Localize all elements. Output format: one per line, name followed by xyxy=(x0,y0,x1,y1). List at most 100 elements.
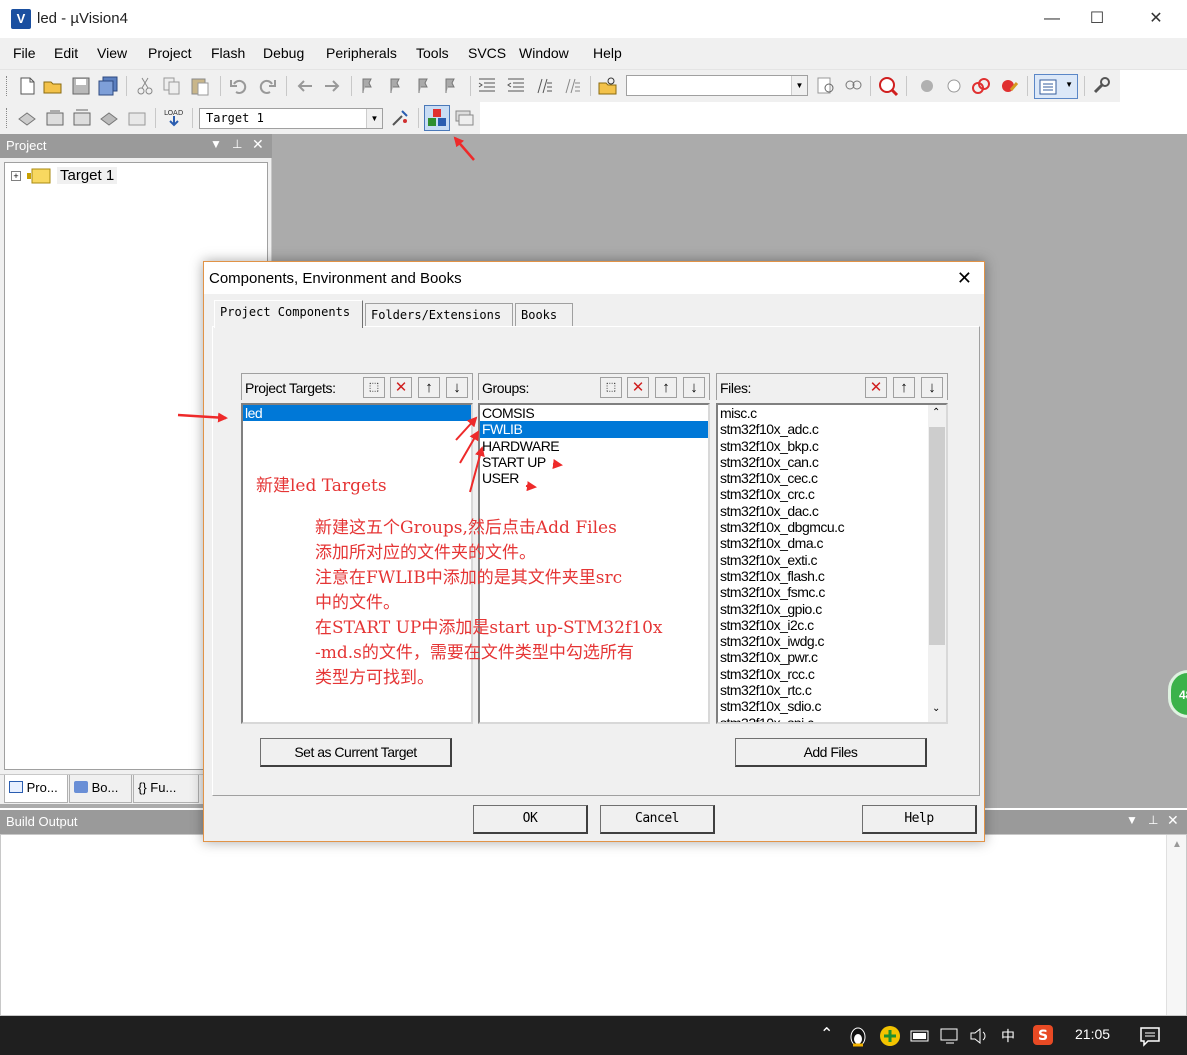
scroll-down-icon[interactable]: ⌄ xyxy=(932,703,940,714)
target-options-icon[interactable] xyxy=(389,107,411,129)
tab-books[interactable]: Books xyxy=(515,303,573,327)
indent-icon[interactable] xyxy=(476,75,498,97)
tree-expand-icon[interactable]: + xyxy=(11,171,21,181)
debug-session-icon[interactable] xyxy=(877,75,899,97)
files-scrollbar[interactable]: ⌃ ⌄ xyxy=(928,405,946,722)
undo-icon[interactable] xyxy=(228,75,250,97)
scroll-up-icon[interactable]: ▲ xyxy=(1172,839,1182,850)
dialog-titlebar[interactable]: Components, Environment and Books ✕ xyxy=(204,262,984,294)
find-in-files-icon[interactable] xyxy=(597,75,619,97)
move-group-up-button[interactable]: ↑ xyxy=(655,377,677,398)
file-item[interactable]: stm32f10x_can.c xyxy=(718,454,946,470)
close-icon[interactable]: ✕ xyxy=(1167,812,1179,829)
group-item-start-up[interactable]: START UP xyxy=(480,454,708,470)
file-item[interactable]: stm32f10x_i2c.c xyxy=(718,617,946,633)
enable-breakpoint-icon[interactable] xyxy=(943,75,965,97)
file-item[interactable]: stm32f10x_spi.c xyxy=(718,715,946,722)
manage-components-button[interactable] xyxy=(424,105,450,131)
window-titlebar[interactable]: V led - µVision4 — ☐ ✕ xyxy=(0,0,1187,38)
files-list[interactable]: misc.c stm32f10x_adc.c stm32f10x_bkp.c s… xyxy=(716,403,948,724)
file-item[interactable]: misc.c xyxy=(718,405,946,421)
new-file-icon[interactable] xyxy=(16,75,38,97)
cancel-button[interactable]: Cancel xyxy=(600,805,715,834)
file-item[interactable]: stm32f10x_rtc.c xyxy=(718,682,946,698)
delete-group-button[interactable]: ✕ xyxy=(627,377,649,398)
ok-button[interactable]: OK xyxy=(473,805,588,834)
volume-icon[interactable] xyxy=(968,1026,990,1046)
network-icon[interactable] xyxy=(939,1026,961,1046)
minimize-button[interactable]: — xyxy=(1029,6,1075,32)
redo-icon[interactable] xyxy=(256,75,278,97)
toolbar-grip[interactable] xyxy=(6,108,9,128)
file-item[interactable]: stm32f10x_bkp.c xyxy=(718,438,946,454)
file-item[interactable]: stm32f10x_dma.c xyxy=(718,535,946,551)
tab-project-components[interactable]: Project Components xyxy=(214,300,363,328)
file-item[interactable]: stm32f10x_flash.c xyxy=(718,568,946,584)
menu-window[interactable]: Window xyxy=(519,45,569,61)
chevron-up-icon[interactable]: ⌃ xyxy=(820,1024,833,1044)
menu-peripherals[interactable]: Peripherals xyxy=(326,45,397,61)
file-item[interactable]: stm32f10x_dbgmcu.c xyxy=(718,519,946,535)
move-target-up-button[interactable]: ↑ xyxy=(418,377,440,398)
pin-icon[interactable]: ⊥ xyxy=(232,137,242,151)
bookmark-icon[interactable] xyxy=(358,75,380,97)
save-icon[interactable] xyxy=(70,75,92,97)
add-files-button[interactable]: Add Files xyxy=(735,738,927,767)
chevron-down-icon[interactable]: ▼ xyxy=(791,76,807,95)
move-target-down-button[interactable]: ↓ xyxy=(446,377,468,398)
find-icon[interactable] xyxy=(815,75,837,97)
navigate-back-icon[interactable] xyxy=(294,75,316,97)
rebuild-icon[interactable] xyxy=(71,107,93,129)
tab-folders-extensions[interactable]: Folders/Extensions xyxy=(365,303,513,327)
security-plus-icon[interactable] xyxy=(879,1025,901,1047)
close-window-button[interactable]: ✕ xyxy=(1133,6,1179,32)
select-packs-icon[interactable] xyxy=(453,107,475,129)
find-combo[interactable]: ▼ xyxy=(626,75,808,96)
group-item-comsis[interactable]: COMSIS xyxy=(480,405,708,421)
comment-icon[interactable] xyxy=(533,75,555,97)
tree-item-target[interactable]: Target 1 xyxy=(57,167,118,184)
file-item[interactable]: stm32f10x_dac.c xyxy=(718,503,946,519)
stop-build-icon[interactable] xyxy=(126,107,148,129)
menu-help[interactable]: Help xyxy=(593,45,622,61)
disable-breakpoints-icon[interactable] xyxy=(970,75,992,97)
file-item[interactable]: stm32f10x_adc.c xyxy=(718,421,946,437)
move-file-up-button[interactable]: ↑ xyxy=(893,377,915,398)
menu-view[interactable]: View xyxy=(97,45,127,61)
file-item[interactable]: stm32f10x_fsmc.c xyxy=(718,584,946,600)
insert-breakpoint-icon[interactable] xyxy=(916,75,938,97)
menu-svcs[interactable]: SVCS xyxy=(468,45,506,61)
notification-center-icon[interactable] xyxy=(1139,1025,1161,1047)
help-button[interactable]: Help xyxy=(862,805,977,834)
sogou-ime-icon[interactable]: S xyxy=(1032,1024,1054,1046)
group-item-hardware[interactable]: HARDWARE xyxy=(480,438,708,454)
maximize-button[interactable]: ☐ xyxy=(1074,6,1120,32)
file-item[interactable]: stm32f10x_rcc.c xyxy=(718,666,946,682)
clock[interactable]: 21:05 xyxy=(1075,1026,1110,1042)
chevron-down-icon[interactable]: ▼ xyxy=(210,137,222,151)
group-item-fwlib[interactable]: FWLIB xyxy=(480,421,708,438)
build-icon[interactable] xyxy=(44,107,66,129)
menu-file[interactable]: File xyxy=(13,45,36,61)
tab-books[interactable]: Bo... xyxy=(69,775,132,803)
uncomment-icon[interactable] xyxy=(561,75,583,97)
download-load-icon[interactable]: LOAD xyxy=(163,107,185,129)
chevron-down-icon[interactable]: ▼ xyxy=(1126,813,1138,827)
ime-indicator[interactable]: 中 xyxy=(1001,1026,1015,1046)
file-item[interactable]: stm32f10x_gpio.c xyxy=(718,601,946,617)
translate-icon[interactable] xyxy=(16,107,38,129)
file-item[interactable]: stm32f10x_pwr.c xyxy=(718,649,946,665)
file-item[interactable]: stm32f10x_sdio.c xyxy=(718,698,946,714)
save-all-icon[interactable] xyxy=(97,75,119,97)
group-item-user[interactable]: USER xyxy=(480,470,708,486)
file-item[interactable]: stm32f10x_iwdg.c xyxy=(718,633,946,649)
paste-icon[interactable] xyxy=(189,75,211,97)
menu-tools[interactable]: Tools xyxy=(416,45,449,61)
build-output-scrollbar[interactable]: ▲ xyxy=(1166,835,1186,1015)
menu-flash[interactable]: Flash xyxy=(211,45,245,61)
new-group-button[interactable]: ⬚ xyxy=(600,377,622,398)
menu-project[interactable]: Project xyxy=(148,45,192,61)
dialog-close-button[interactable]: ✕ xyxy=(957,268,972,289)
move-file-down-button[interactable]: ↓ xyxy=(921,377,943,398)
bookmark-clear-icon[interactable] xyxy=(441,75,463,97)
